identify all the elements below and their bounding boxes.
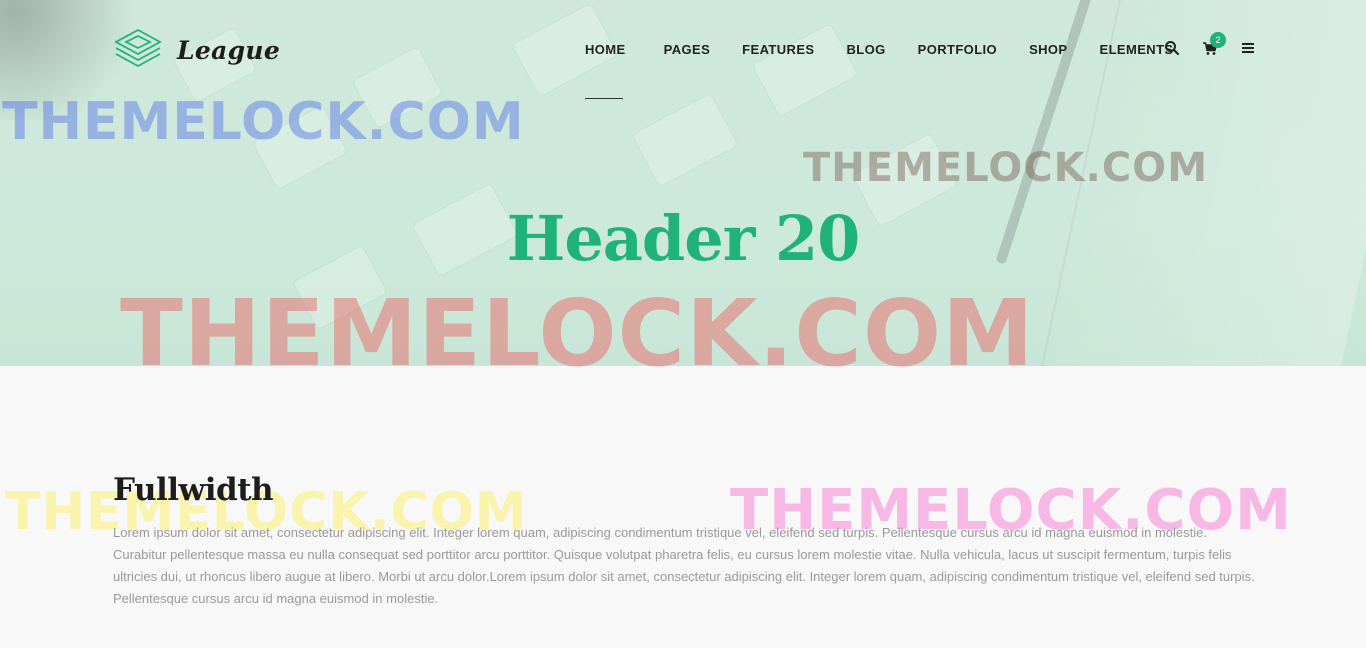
layers-logo-icon [114, 28, 162, 68]
section-body-text: Lorem ipsum dolor sit amet, consectetur … [113, 525, 1255, 606]
menu-icon [1242, 43, 1254, 53]
menu-button[interactable] [1240, 40, 1256, 58]
nav-item-elements[interactable]: ELEMENTS [1100, 42, 1174, 57]
nav-item-shop[interactable]: SHOP [1029, 42, 1067, 57]
logo-text: League [177, 35, 281, 65]
nav-item-portfolio[interactable]: PORTFOLIO [918, 42, 997, 57]
nav-item-pages[interactable]: PAGES [664, 42, 711, 57]
nav-item-blog[interactable]: BLOG [846, 42, 885, 57]
hero-background-key [351, 45, 444, 130]
hero-background-key [631, 92, 739, 188]
nav-item-features[interactable]: FEATURES [742, 42, 814, 57]
cart-count-badge: 2 [1210, 32, 1226, 48]
page-title: Header 20 [506, 202, 861, 275]
header-icons: 2 [1164, 32, 1278, 58]
cart-button[interactable]: 2 [1202, 32, 1226, 58]
search-icon [1165, 41, 1180, 56]
content-section: Fullwidth Lorem ipsum dolor sit amet, co… [113, 472, 1258, 610]
nav-item-home[interactable]: HOME [585, 42, 626, 99]
hero-background-key [251, 104, 349, 191]
site-logo[interactable]: League [113, 28, 280, 72]
hero-background-key [751, 22, 859, 118]
section-title: Fullwidth [113, 472, 274, 508]
main-navigation: HOME PAGES FEATURES BLOG PORTFOLIO SHOP … [585, 42, 1206, 99]
search-button[interactable] [1164, 40, 1180, 58]
